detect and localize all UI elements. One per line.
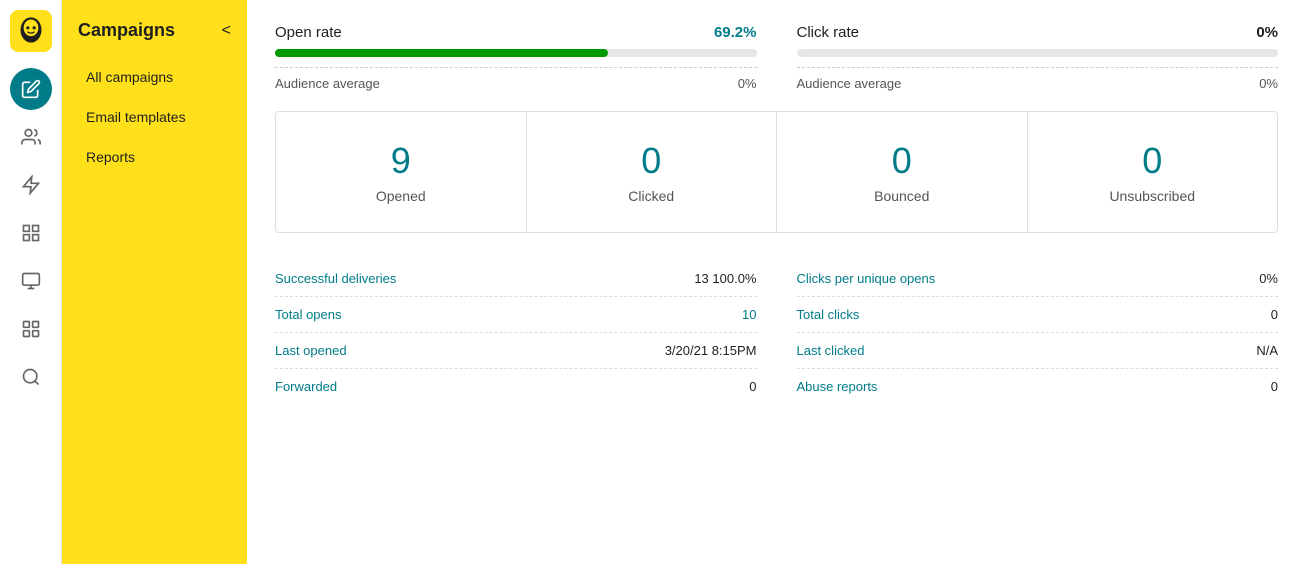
open-rate-fill (275, 49, 608, 57)
main-content: Open rate 69.2% Audience average 0% Clic… (247, 0, 1306, 564)
detail-abuse-reports-value: 0 (1271, 379, 1278, 394)
detail-forwarded-value: 0 (749, 379, 756, 394)
open-rate-header: Open rate 69.2% (275, 24, 757, 41)
detail-total-opens-value: 10 (742, 307, 756, 322)
stat-box-bounced-label: Bounced (874, 188, 929, 204)
stat-box-unsubscribed-number: 0 (1142, 140, 1162, 182)
sidebar-icon-integrations[interactable] (10, 212, 52, 254)
sidebar-icon-automation[interactable] (10, 164, 52, 206)
detail-total-clicks-value: 0 (1271, 307, 1278, 322)
stat-box-unsubscribed: 0 Unsubscribed (1028, 112, 1278, 232)
stat-box-opened-label: Opened (376, 188, 426, 204)
detail-last-opened: Last opened 3/20/21 8:15PM (275, 333, 757, 369)
detail-forwarded: Forwarded 0 (275, 369, 757, 404)
detail-forwarded-label: Forwarded (275, 379, 337, 394)
detail-last-clicked-value: N/A (1256, 343, 1278, 358)
click-rate-label: Click rate (797, 24, 860, 41)
open-rate-value: 69.2% (714, 24, 757, 41)
sidebar-icons (0, 0, 62, 564)
stat-box-opened: 9 Opened (276, 112, 527, 232)
stat-box-clicked-label: Clicked (628, 188, 674, 204)
top-stats-row: Open rate 69.2% Audience average 0% Clic… (275, 24, 1278, 91)
click-rate-audience-row: Audience average 0% (797, 67, 1279, 91)
details-row: Successful deliveries 13 100.0% Total op… (275, 261, 1278, 404)
detail-last-clicked: Last clicked N/A (797, 333, 1279, 369)
nav-panel-collapse-button[interactable]: < (222, 22, 231, 40)
sidebar-icon-search[interactable] (10, 356, 52, 398)
open-rate-block: Open rate 69.2% Audience average 0% (275, 24, 757, 91)
nav-panel: Campaigns < All campaigns Email template… (62, 0, 247, 564)
detail-abuse-reports: Abuse reports 0 (797, 369, 1279, 404)
sidebar-icon-content[interactable] (10, 260, 52, 302)
click-rate-header: Click rate 0% (797, 24, 1279, 41)
click-rate-audience-label: Audience average (797, 76, 902, 91)
detail-clicks-per-unique: Clicks per unique opens 0% (797, 261, 1279, 297)
click-rate-value: 0% (1256, 24, 1278, 41)
left-details-col: Successful deliveries 13 100.0% Total op… (275, 261, 757, 404)
click-rate-track (797, 49, 1279, 57)
detail-successful-deliveries-label: Successful deliveries (275, 271, 396, 286)
stat-box-bounced-number: 0 (892, 140, 912, 182)
open-rate-audience-value: 0% (738, 76, 757, 91)
nav-panel-title: Campaigns (78, 20, 175, 41)
detail-total-opens: Total opens 10 (275, 297, 757, 333)
detail-abuse-reports-label: Abuse reports (797, 379, 878, 394)
click-rate-audience-value: 0% (1259, 76, 1278, 91)
stat-box-bounced: 0 Bounced (777, 112, 1028, 232)
detail-clicks-per-unique-value: 0% (1259, 271, 1278, 286)
detail-last-opened-value: 3/20/21 8:15PM (665, 343, 757, 358)
open-rate-audience-label: Audience average (275, 76, 380, 91)
stat-box-clicked: 0 Clicked (527, 112, 778, 232)
detail-total-clicks: Total clicks 0 (797, 297, 1279, 333)
click-rate-block: Click rate 0% Audience average 0% (797, 24, 1279, 91)
mailchimp-logo[interactable] (10, 10, 52, 52)
detail-clicks-per-unique-label: Clicks per unique opens (797, 271, 936, 286)
nav-item-email-templates[interactable]: Email templates (70, 99, 239, 135)
detail-last-opened-label: Last opened (275, 343, 347, 358)
sidebar-icon-dashboard[interactable] (10, 308, 52, 350)
open-rate-label: Open rate (275, 24, 342, 41)
detail-last-clicked-label: Last clicked (797, 343, 865, 358)
stat-box-opened-number: 9 (391, 140, 411, 182)
stat-boxes-row: 9 Opened 0 Clicked 0 Bounced 0 Unsubscri… (275, 111, 1278, 233)
detail-total-opens-label: Total opens (275, 307, 342, 322)
sidebar-icon-contacts[interactable] (10, 116, 52, 158)
detail-total-clicks-label: Total clicks (797, 307, 860, 322)
sidebar-icon-campaigns[interactable] (10, 68, 52, 110)
detail-successful-deliveries-value: 13 100.0% (694, 271, 756, 286)
open-rate-track (275, 49, 757, 57)
nav-item-all-campaigns[interactable]: All campaigns (70, 59, 239, 95)
right-details-col: Clicks per unique opens 0% Total clicks … (797, 261, 1279, 404)
detail-successful-deliveries: Successful deliveries 13 100.0% (275, 261, 757, 297)
nav-panel-header: Campaigns < (62, 12, 247, 57)
stat-box-clicked-number: 0 (641, 140, 661, 182)
nav-item-reports[interactable]: Reports (70, 139, 239, 175)
stat-box-unsubscribed-label: Unsubscribed (1109, 188, 1195, 204)
open-rate-audience-row: Audience average 0% (275, 67, 757, 91)
